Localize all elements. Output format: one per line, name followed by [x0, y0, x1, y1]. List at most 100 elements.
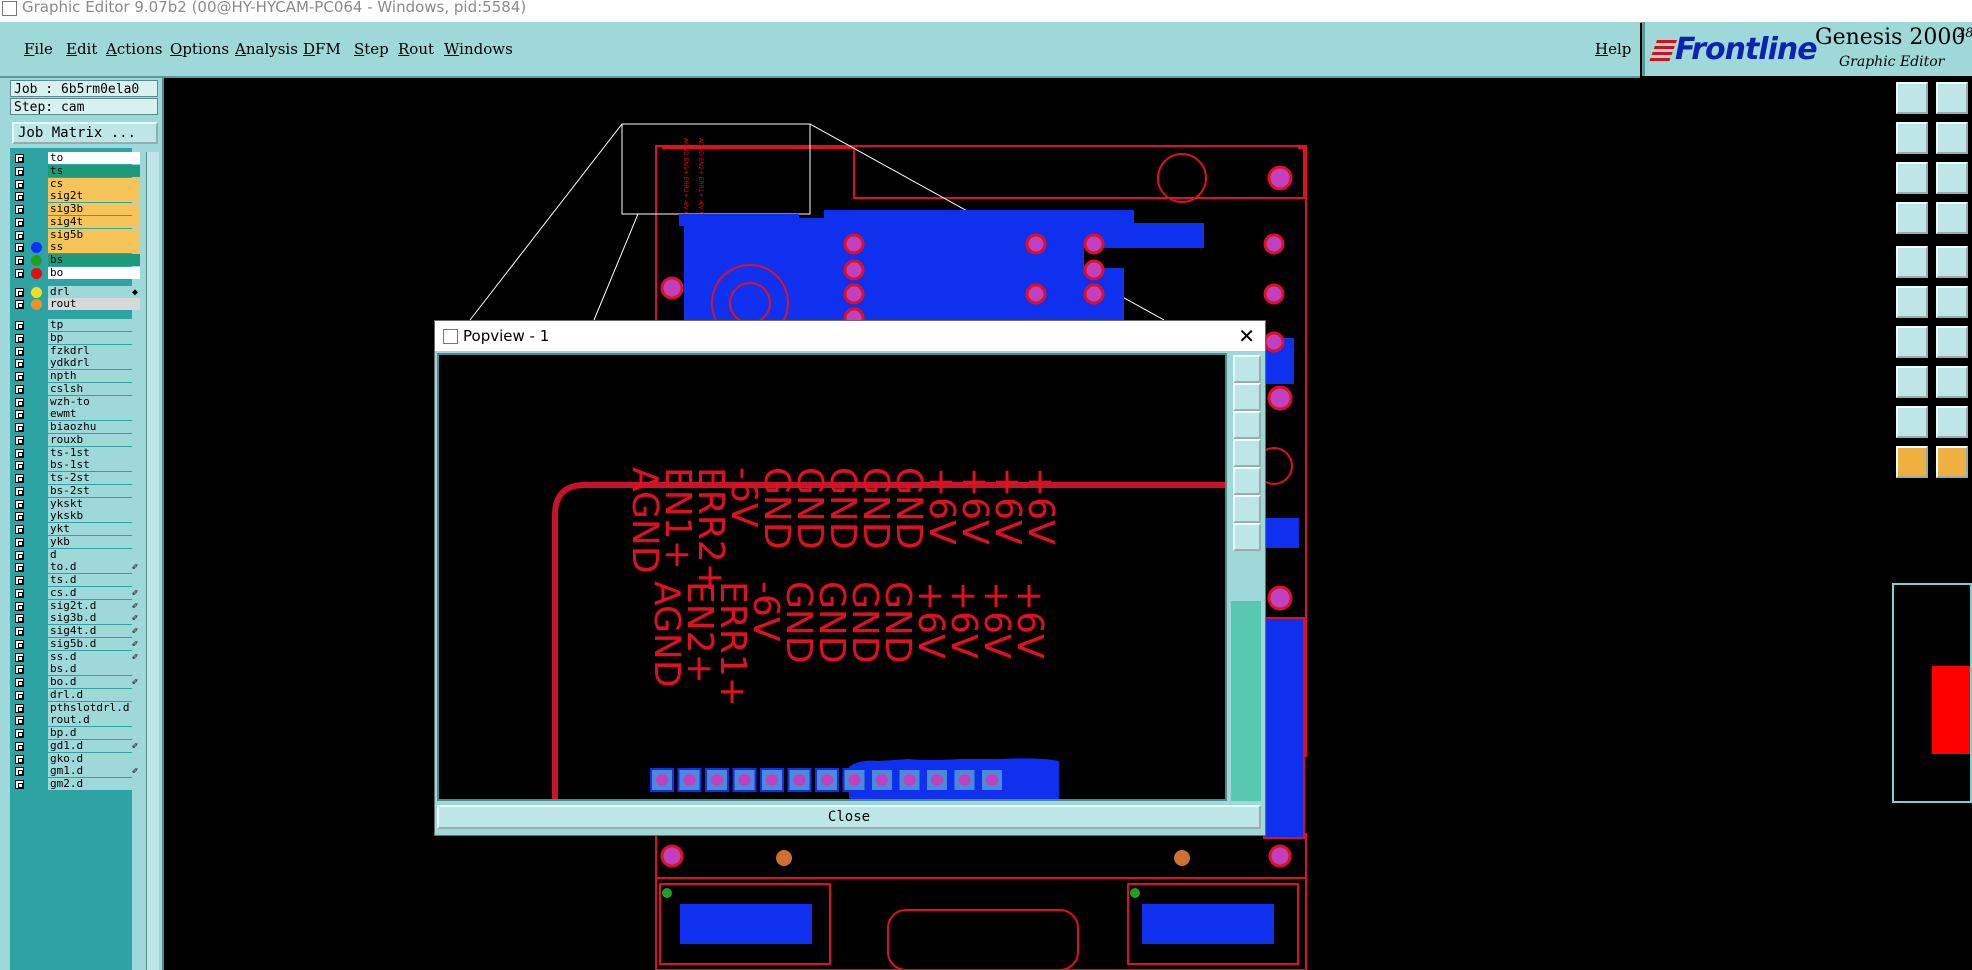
pv-zoom-in-icon[interactable]	[1233, 383, 1261, 411]
layer-checkbox[interactable]	[15, 563, 24, 573]
layer-name[interactable]: ewmt	[48, 408, 140, 421]
layer-row[interactable]: cs	[10, 177, 140, 191]
dash-icon[interactable]	[1936, 366, 1968, 398]
layer-row[interactable]: gko.d	[10, 752, 140, 766]
layer-checkbox[interactable]	[15, 287, 24, 297]
layer-name[interactable]: ts.d	[48, 574, 140, 586]
layer-checkbox[interactable]	[15, 614, 24, 624]
select-arrow-icon[interactable]	[1896, 446, 1928, 478]
layer-checkbox[interactable]	[15, 729, 24, 738]
layer-row[interactable]: sig2t.d ✐	[10, 599, 140, 613]
layer-row[interactable]: rout	[10, 298, 140, 311]
angle-icon[interactable]	[1896, 326, 1928, 358]
layer-row[interactable]: ydkdrl	[10, 357, 140, 370]
popview-canvas[interactable]: AGND EN1+ ERR2+ -6V GND GND GND GND GND +6V +6V +6V…	[437, 353, 1227, 801]
layer-name[interactable]: fzkdrl	[48, 344, 140, 357]
pv-pan-right-icon[interactable]	[1233, 467, 1261, 495]
layer-checkbox[interactable]	[15, 217, 24, 227]
layer-checkbox[interactable]	[15, 410, 24, 420]
triangle-alt-icon[interactable]	[1936, 406, 1968, 438]
layer-name[interactable]: bp.d	[48, 727, 140, 739]
menu-edit[interactable]: Edit	[66, 40, 97, 58]
menu-help[interactable]: Help	[1595, 40, 1631, 58]
layer-checkbox[interactable]	[15, 716, 24, 726]
layer-name[interactable]: sig2t	[48, 190, 140, 203]
grid-icon[interactable]	[1936, 202, 1968, 234]
layer-row[interactable]: sig3b	[10, 203, 140, 216]
line-tool-icon[interactable]	[1936, 246, 1968, 278]
layer-name[interactable]: cs	[48, 177, 140, 190]
layer-checkbox[interactable]	[15, 537, 24, 547]
pan-right-icon[interactable]	[1936, 122, 1968, 154]
layer-row[interactable]: rouxb	[10, 433, 140, 447]
layer-row[interactable]: biaozhu	[10, 421, 140, 434]
layer-checkbox[interactable]	[15, 435, 24, 445]
layer-row[interactable]: sig4t.d ✐	[10, 625, 140, 638]
layer-checkbox[interactable]	[15, 448, 24, 458]
layer-checkbox[interactable]	[15, 767, 24, 777]
layer-name[interactable]: ykskb	[48, 510, 140, 523]
layer-name[interactable]: bs.d	[48, 663, 140, 676]
layer-name[interactable]: d	[48, 548, 140, 561]
layer-row[interactable]: ts	[10, 164, 140, 178]
layer-name[interactable]: bs-1st	[48, 459, 140, 472]
layer-name[interactable]: gm1.d ✐	[48, 765, 140, 778]
layer-name[interactable]: ss	[48, 241, 140, 254]
layer-checkbox[interactable]	[15, 665, 24, 675]
layer-row[interactable]: ykskt	[10, 497, 140, 511]
zoom-home-icon[interactable]	[1896, 82, 1928, 114]
layer-checkbox[interactable]	[15, 525, 24, 534]
layer-name[interactable]: ss.d ✐	[48, 650, 140, 663]
zoom-area-icon[interactable]	[1936, 162, 1968, 194]
layer-name[interactable]: ts	[48, 164, 140, 177]
layer-row[interactable]: fzkdrl	[10, 344, 140, 358]
layer-row[interactable]: cs.d ✐	[10, 586, 140, 600]
layer-checkbox[interactable]	[15, 423, 24, 432]
layer-name[interactable]: sig5b	[48, 228, 140, 241]
layer-checkbox[interactable]	[15, 690, 24, 700]
layer-checkbox[interactable]	[15, 268, 24, 278]
layer-row[interactable]: bs	[10, 254, 140, 267]
layer-checkbox[interactable]	[15, 384, 24, 394]
layer-row[interactable]: npth	[10, 370, 140, 383]
layer-row[interactable]: ewmt	[10, 408, 140, 421]
layer-name[interactable]: sig2t.d ✐	[48, 599, 140, 612]
slash-icon[interactable]	[1936, 326, 1968, 358]
layer-checkbox[interactable]	[15, 512, 24, 522]
menu-analysis[interactable]: Analysis	[235, 40, 298, 58]
layer-row[interactable]: gm2.d	[10, 778, 140, 791]
layer-checkbox[interactable]	[15, 230, 24, 240]
pv-pan-left-icon[interactable]	[1233, 439, 1261, 467]
layer-checkbox[interactable]	[15, 333, 24, 343]
layer-name[interactable]: bp	[48, 331, 140, 344]
layer-row[interactable]: to	[10, 152, 140, 165]
layer-row[interactable]: gd1.d ✐	[10, 739, 140, 753]
layer-row[interactable]: bp	[10, 331, 140, 345]
layer-checkbox[interactable]	[15, 256, 24, 265]
layer-row[interactable]: ss.d ✐	[10, 650, 140, 664]
job-matrix-button[interactable]: Job Matrix ...	[12, 122, 158, 144]
layer-checkbox[interactable]	[15, 639, 24, 649]
layer-name[interactable]: ts-1st	[48, 446, 140, 459]
layer-checkbox[interactable]	[15, 346, 24, 356]
layer-checkbox[interactable]	[15, 703, 24, 713]
pv-zoom-out-icon[interactable]	[1233, 411, 1261, 439]
layer-row[interactable]: tp	[10, 319, 140, 332]
layer-name[interactable]: npth	[48, 370, 140, 382]
close-button[interactable]: Close	[437, 805, 1261, 829]
layer-row[interactable]: cslsh	[10, 382, 140, 396]
layer-checkbox[interactable]	[15, 576, 24, 585]
layer-checkbox[interactable]	[15, 166, 24, 176]
layer-checkbox[interactable]	[15, 486, 24, 496]
layer-checkbox[interactable]	[15, 154, 24, 163]
layer-checkbox[interactable]	[15, 205, 24, 214]
layer-row[interactable]: ts-2st	[10, 472, 140, 485]
pad-icon[interactable]	[1896, 366, 1928, 398]
layer-name[interactable]: to.d ✐	[48, 561, 140, 574]
select-arrow-alt-icon[interactable]	[1936, 446, 1968, 478]
layer-row[interactable]: sig2t	[10, 190, 140, 203]
layer-name[interactable]: bo	[48, 266, 140, 279]
layer-name[interactable]: sig5b.d ✐	[48, 637, 140, 650]
layer-name[interactable]: rout	[48, 298, 140, 311]
layer-row[interactable]: drl.d	[10, 688, 140, 702]
